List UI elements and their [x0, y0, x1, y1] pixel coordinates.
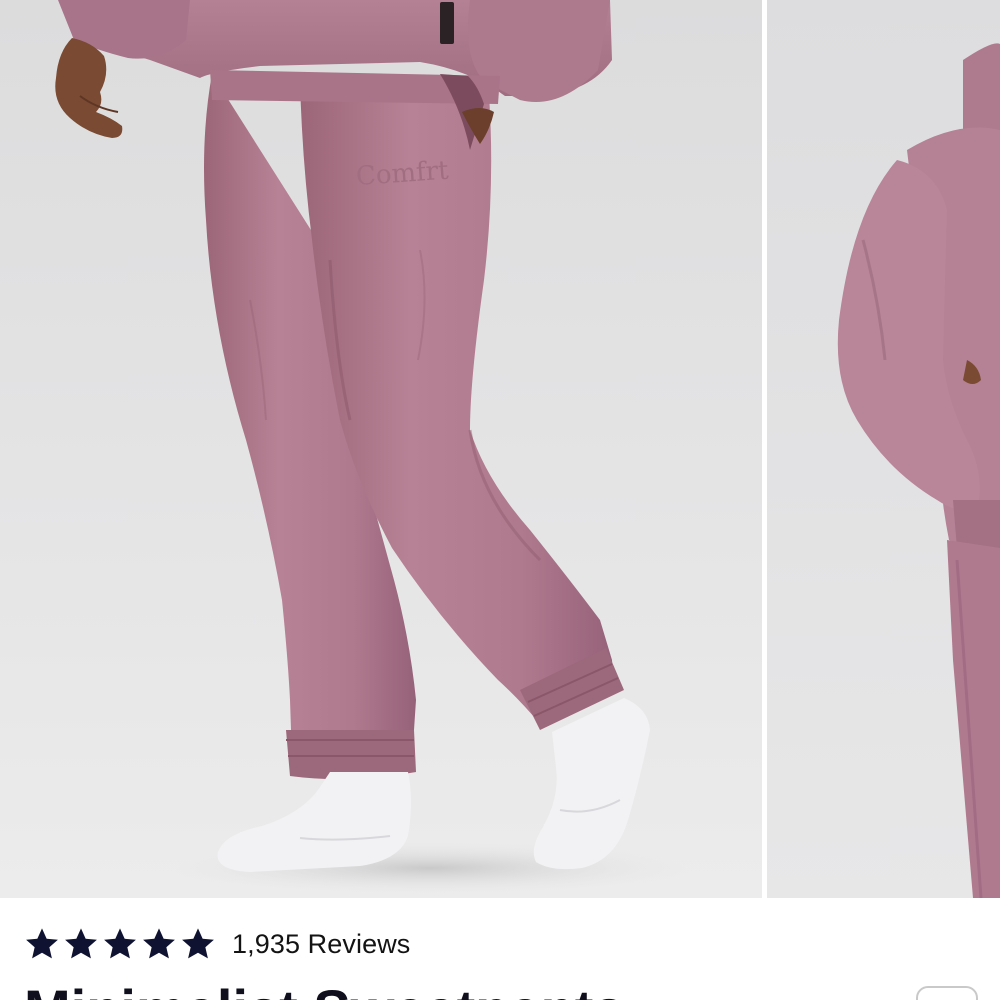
rating-summary[interactable]: 1,935 Reviews	[24, 918, 410, 970]
product-image-secondary[interactable]	[767, 0, 1000, 898]
star-icon	[182, 928, 214, 959]
star-icon	[104, 928, 136, 959]
product-title: Minimalist Sweatpants	[24, 982, 625, 1000]
favorite-button[interactable]	[916, 986, 978, 1000]
star-icon	[143, 928, 175, 959]
product-image-main[interactable]: Comfrt	[0, 0, 762, 898]
star-icon	[26, 928, 58, 959]
reviews-count-link[interactable]: 1,935 Reviews	[232, 929, 410, 960]
star-icon	[65, 928, 97, 959]
product-image-carousel[interactable]: Comfrt	[0, 0, 1000, 898]
star-rating	[24, 926, 216, 962]
